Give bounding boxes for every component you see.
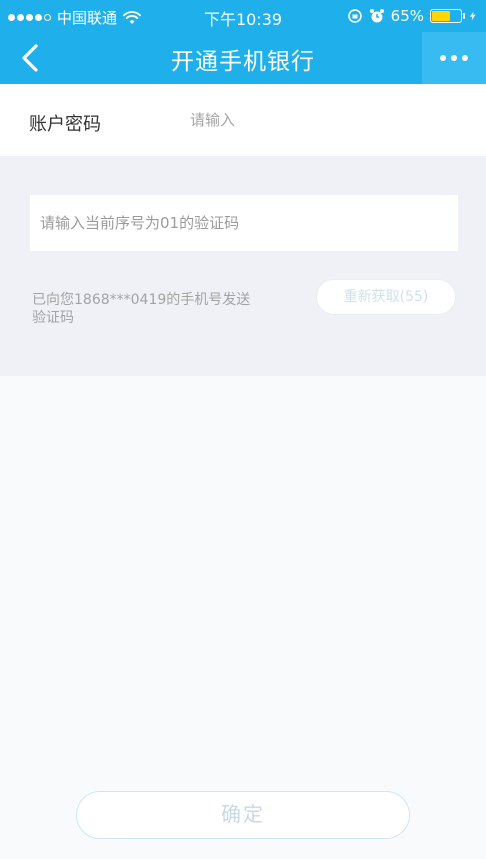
page-title: 开通手机银行 bbox=[171, 49, 315, 75]
password-label: 账户密码 bbox=[29, 114, 101, 135]
orientation-lock-icon bbox=[347, 9, 362, 23]
verification-section: 已向您1868***0419的手机号发送验证码 重新获取(55) bbox=[0, 156, 486, 376]
verification-code-input[interactable] bbox=[30, 195, 458, 251]
battery-level bbox=[432, 11, 450, 21]
battery-percent: 65% bbox=[390, 7, 424, 25]
password-row: 账户密码 bbox=[0, 84, 486, 156]
more-dots-icon bbox=[440, 55, 446, 61]
confirm-button[interactable]: 确定 bbox=[76, 791, 410, 839]
nav-bar: 开通手机银行 bbox=[0, 32, 486, 84]
status-bar: 中国联通 下午10:39 65% bbox=[0, 0, 486, 32]
status-right: 65% bbox=[347, 7, 478, 25]
password-input[interactable] bbox=[190, 106, 450, 134]
more-button[interactable] bbox=[422, 32, 486, 84]
sms-sent-info: 已向您1868***0419的手机号发送验证码 bbox=[32, 292, 251, 326]
battery-icon bbox=[430, 9, 465, 23]
screen: 中国联通 下午10:39 65% 开通手机银行 账户密码 请输入当前序号为01的… bbox=[0, 0, 486, 859]
resend-code-button[interactable]: 重新获取(55) bbox=[316, 279, 456, 315]
alarm-icon bbox=[369, 9, 384, 23]
charging-icon bbox=[469, 11, 476, 21]
